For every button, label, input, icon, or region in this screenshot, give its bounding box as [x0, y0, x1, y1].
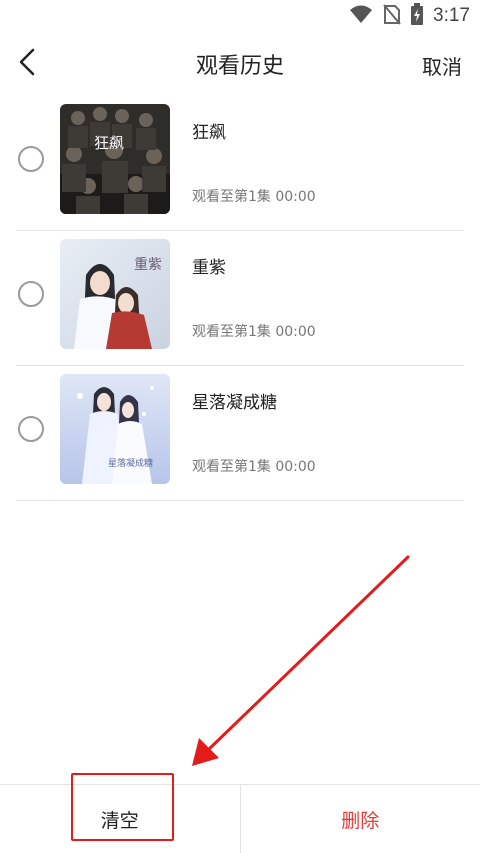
status-icons: 3:17 — [349, 3, 470, 29]
item-title: 星落凝成糖 — [192, 393, 277, 413]
history-item[interactable]: 星落凝成糖 星落凝成糖 观看至第1集 00:00 — [0, 366, 480, 501]
poster-title-text: 狂飙 — [94, 134, 124, 152]
item-title: 重紫 — [192, 258, 226, 278]
poster-image: 星落凝成糖 — [60, 374, 170, 484]
status-time: 3:17 — [433, 5, 470, 26]
header: 观看历史 取消 — [0, 32, 480, 96]
history-item[interactable]: 狂飙 狂飙 观看至第1集 00:00 — [0, 96, 480, 231]
select-radio[interactable] — [18, 416, 44, 442]
poster-image: 重紫 — [60, 239, 170, 349]
delete-button[interactable]: 删除 — [239, 785, 480, 853]
item-progress: 观看至第1集 00:00 — [192, 459, 316, 475]
poster-image: 狂飙 — [60, 104, 170, 214]
history-list: 狂飙 狂飙 观看至第1集 00:00 重紫 重紫 观看至第1集 00:00 星落… — [0, 96, 480, 501]
divider — [16, 500, 464, 501]
select-radio[interactable] — [18, 146, 44, 172]
history-item[interactable]: 重紫 重紫 观看至第1集 00:00 — [0, 231, 480, 366]
annotation-highlight-box — [71, 773, 174, 841]
cancel-button[interactable]: 取消 — [422, 51, 462, 80]
item-progress: 观看至第1集 00:00 — [192, 189, 316, 205]
select-radio[interactable] — [18, 281, 44, 307]
poster-title-text: 重紫 — [134, 257, 162, 273]
status-bar: 3:17 — [0, 0, 480, 32]
battery-charging-icon — [411, 3, 424, 29]
item-title: 狂飙 — [192, 123, 226, 143]
wifi-icon — [349, 4, 373, 28]
item-progress: 观看至第1集 00:00 — [192, 324, 316, 340]
poster-title-text: 星落凝成糖 — [108, 457, 153, 469]
page-title: 观看历史 — [195, 54, 284, 79]
no-sim-icon — [383, 3, 401, 29]
